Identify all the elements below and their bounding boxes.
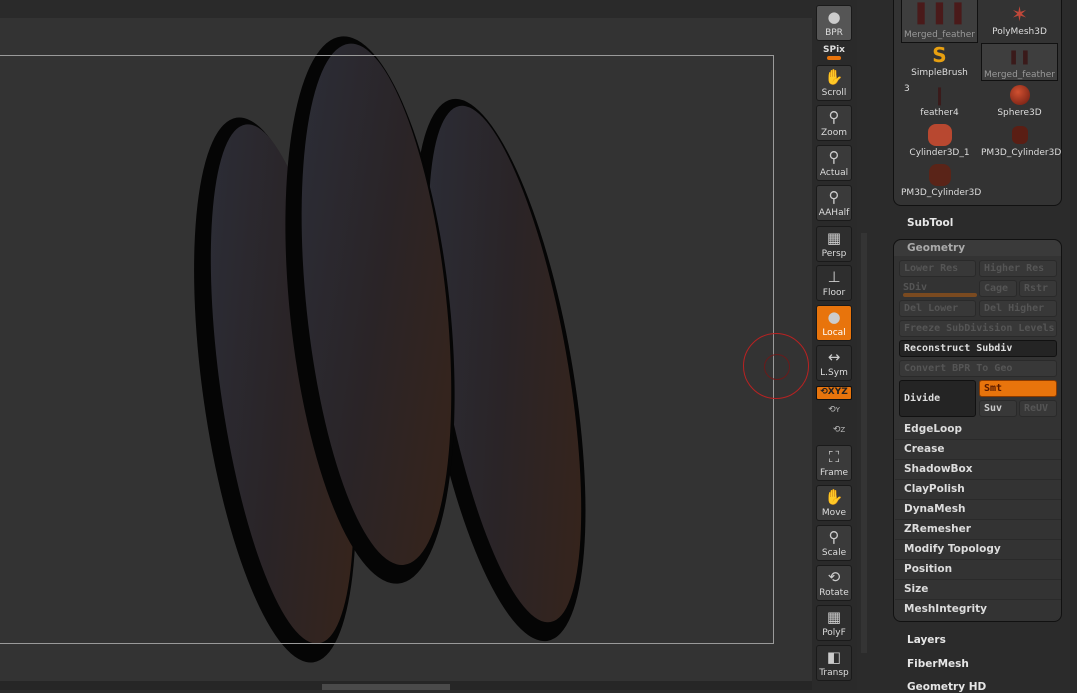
geometry-header[interactable]: Geometry bbox=[894, 240, 1061, 256]
rotate-icon: ⟲ bbox=[827, 568, 841, 586]
suv-toggle[interactable]: Suv bbox=[979, 400, 1017, 417]
magnifier-x1-icon: ⚲ bbox=[828, 148, 840, 166]
transp-button[interactable]: ◧ Transp bbox=[816, 645, 852, 681]
floor-button[interactable]: ⊥ Floor bbox=[816, 265, 852, 301]
bpr-sphere-icon: ● bbox=[827, 8, 841, 26]
right-edge bbox=[1062, 0, 1077, 690]
floor-icon: ⊥ bbox=[827, 268, 841, 286]
star-icon: ✶ bbox=[1011, 2, 1028, 26]
smt-toggle[interactable]: Smt bbox=[979, 380, 1057, 397]
reuv-button[interactable]: ReUV bbox=[1019, 400, 1057, 417]
geometry-panel: Geometry Lower Res Higher Res SDiv Cage … bbox=[893, 239, 1062, 622]
move-button[interactable]: ✋ Move bbox=[816, 485, 852, 521]
tool-merged-feather-1[interactable]: ❚❚❚ Merged_feather bbox=[901, 0, 978, 43]
fibermesh-header[interactable]: FiberMesh bbox=[907, 658, 969, 670]
rotate-button[interactable]: ⟲ Rotate bbox=[816, 565, 852, 601]
rotate-y-icon: ⟲ bbox=[828, 405, 836, 415]
cage-button[interactable]: Cage bbox=[979, 280, 1017, 297]
tool-sphere3d[interactable]: Sphere3D bbox=[981, 82, 1058, 120]
lower-res-button[interactable]: Lower Res bbox=[899, 260, 976, 277]
dynamesh-section[interactable]: DynaMesh bbox=[895, 500, 1061, 520]
feather-thumb-icon: ❚❚❚ bbox=[911, 0, 968, 25]
modify-topology-section[interactable]: Modify Topology bbox=[895, 540, 1061, 560]
subtool-header[interactable]: SubTool bbox=[907, 217, 953, 229]
panel-gap bbox=[857, 0, 893, 690]
tray-scrollbar[interactable] bbox=[861, 233, 867, 653]
scroll-button[interactable]: ✋ Scroll bbox=[816, 65, 852, 101]
tool-pm3d-cylinder3d-1[interactable]: PM3D_Cylinder3D bbox=[981, 122, 1061, 160]
rotate-z-button[interactable]: ⟲Z bbox=[816, 425, 852, 435]
sphere-icon bbox=[981, 82, 1058, 108]
polyf-button[interactable]: ▦ PolyF bbox=[816, 605, 852, 641]
magnifier-icon: ⚲ bbox=[828, 108, 840, 126]
tool-pm3d-cylinder3d-2[interactable]: PM3D_Cylinder3D bbox=[901, 162, 981, 200]
zoom-button[interactable]: ⚲ Zoom bbox=[816, 105, 852, 141]
document-frame bbox=[0, 55, 774, 644]
cylinder-icon bbox=[901, 122, 978, 148]
bpr-button[interactable]: ● BPR bbox=[816, 5, 852, 41]
spix-slider[interactable]: SPix bbox=[816, 45, 852, 61]
aahalf-button[interactable]: ⚲ AAHalf bbox=[816, 185, 852, 221]
persp-button[interactable]: ▦ Persp bbox=[816, 226, 852, 262]
polyframe-icon: ▦ bbox=[826, 608, 842, 626]
rstr-button[interactable]: Rstr bbox=[1019, 280, 1057, 297]
crease-section[interactable]: Crease bbox=[895, 440, 1061, 460]
canvas-viewport[interactable] bbox=[0, 0, 812, 690]
transparency-icon: ◧ bbox=[826, 648, 842, 666]
divide-button[interactable]: Divide bbox=[899, 380, 976, 417]
tool-grid: ❚❚❚ Merged_feather ✶ PolyMesh3D S SimpleBru… bbox=[893, 0, 1062, 206]
tool-simplebrush[interactable]: S SimpleBrush bbox=[901, 42, 978, 80]
feather-thumb-icon: ❙ bbox=[931, 84, 948, 106]
shadowbox-section[interactable]: ShadowBox bbox=[895, 460, 1061, 480]
claypolish-section[interactable]: ClayPolish bbox=[895, 480, 1061, 500]
brush-cursor bbox=[743, 333, 809, 399]
lsym-button[interactable]: ↔ L.Sym bbox=[816, 345, 852, 381]
higher-res-button[interactable]: Higher Res bbox=[979, 260, 1057, 277]
bottom-scrollbar[interactable] bbox=[0, 681, 812, 690]
position-section[interactable]: Position bbox=[895, 560, 1061, 580]
tool-cylinder3d-1[interactable]: Cylinder3D_1 bbox=[901, 122, 978, 160]
frame-button[interactable]: ⛶ Frame bbox=[816, 445, 852, 481]
simplebrush-icon: S bbox=[932, 43, 947, 67]
geometry-hd-header[interactable]: Geometry HD bbox=[907, 681, 986, 693]
del-lower-button[interactable]: Del Lower bbox=[899, 300, 976, 317]
move-hand-icon: ✋ bbox=[824, 488, 844, 506]
symmetry-icon: ↔ bbox=[827, 348, 841, 366]
meshintegrity-section[interactable]: MeshIntegrity bbox=[895, 600, 1061, 620]
local-button[interactable]: ● Local bbox=[816, 305, 852, 341]
scale-icon: ⚲ bbox=[828, 528, 840, 546]
reconstruct-subdiv-button[interactable]: Reconstruct Subdiv bbox=[899, 340, 1057, 357]
actual-button[interactable]: ⚲ Actual bbox=[816, 145, 852, 181]
feather-thumb-icon: ❚❚ bbox=[1007, 49, 1032, 65]
rotate-xyz-icon: ⟲ bbox=[820, 387, 828, 397]
del-higher-button[interactable]: Del Higher bbox=[979, 300, 1057, 317]
rotate-xyz-button[interactable]: ⟲XYZ bbox=[816, 386, 852, 400]
hand-icon: ✋ bbox=[824, 68, 844, 86]
cylinder-icon bbox=[901, 162, 978, 188]
tool-merged-feather-2[interactable]: ❚❚ Merged_feather bbox=[981, 43, 1058, 81]
rotate-y-button[interactable]: ⟲Y bbox=[816, 405, 852, 415]
edgeloop-section[interactable]: EdgeLoop bbox=[895, 420, 1061, 440]
zremesher-section[interactable]: ZRemesher bbox=[895, 520, 1061, 540]
right-shelf: ● BPR SPix ✋ Scroll ⚲ Zoom ⚲ Actual ⚲ AAHalf … bbox=[812, 0, 857, 690]
magnifier-half-icon: ⚲ bbox=[828, 188, 840, 206]
scale-button[interactable]: ⚲ Scale bbox=[816, 525, 852, 561]
sdiv-slider[interactable]: SDiv bbox=[899, 280, 977, 297]
tool-polymesh3d[interactable]: ✶ PolyMesh3D bbox=[981, 1, 1058, 39]
cylinder-icon bbox=[981, 122, 1058, 148]
frame-icon: ⛶ bbox=[828, 448, 840, 466]
tool-palette: ❚❚❚ Merged_feather ✶ PolyMesh3D S SimpleBru… bbox=[893, 0, 1062, 693]
size-section[interactable]: Size bbox=[895, 580, 1061, 600]
freeze-subdivision-button[interactable]: Freeze SubDivision Levels bbox=[899, 320, 1057, 337]
convert-bpr-button[interactable]: Convert BPR To Geo bbox=[899, 360, 1057, 377]
grid-perspective-icon: ▦ bbox=[826, 229, 842, 247]
tool-feather4[interactable]: 3 ❙ feather4 bbox=[901, 82, 978, 120]
layers-header[interactable]: Layers bbox=[907, 634, 946, 646]
local-rotate-icon: ● bbox=[827, 308, 841, 326]
